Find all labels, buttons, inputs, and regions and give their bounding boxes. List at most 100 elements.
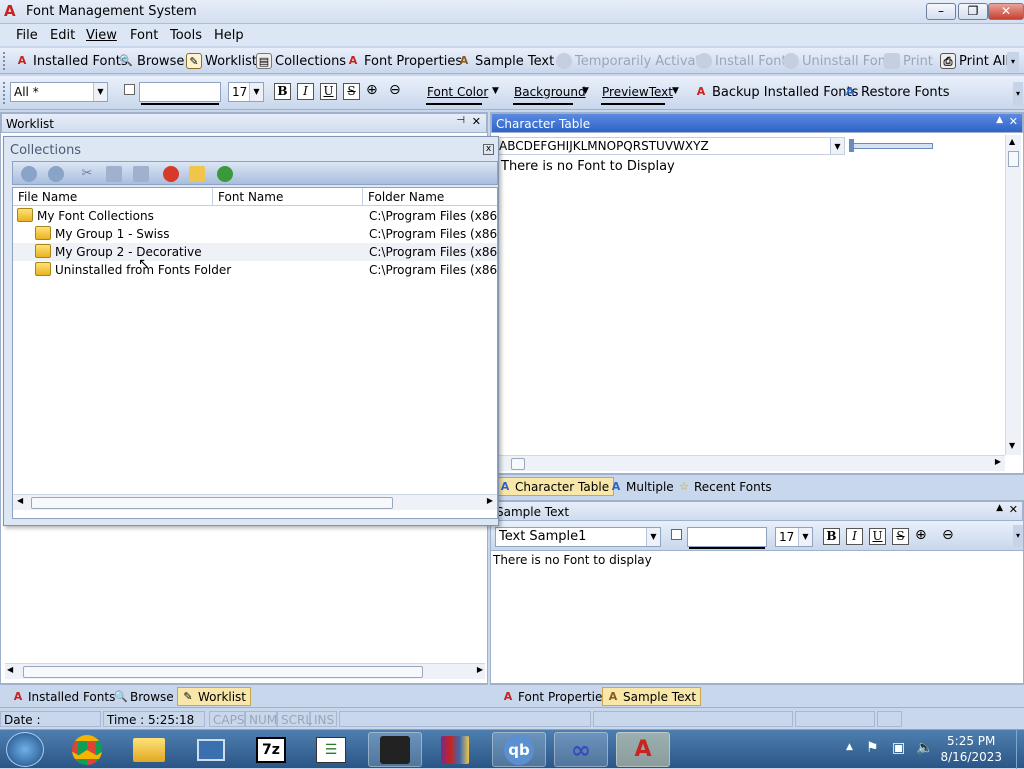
preview-text-button[interactable]: PreviewText xyxy=(602,85,673,99)
tab-multiple[interactable]: A Multiple xyxy=(606,477,678,496)
volume-muted-icon[interactable]: 🔈 xyxy=(916,740,933,756)
browse-button[interactable]: 🔍 Browse xyxy=(118,53,184,69)
back-icon[interactable] xyxy=(21,166,37,182)
tab-character-table[interactable]: A Character Table xyxy=(494,477,615,496)
restore-fonts-button[interactable]: A Restore Fonts xyxy=(842,84,950,100)
menu-view[interactable]: View xyxy=(86,28,117,43)
menu-tools[interactable]: Tools xyxy=(170,28,202,43)
cut-icon[interactable]: ✂ xyxy=(79,166,95,182)
background-button[interactable]: Background xyxy=(514,85,586,99)
pin-icon[interactable]: ⊣ xyxy=(456,115,465,126)
file-explorer-icon[interactable] xyxy=(122,732,176,767)
zoom-in-icon[interactable]: ⊕ xyxy=(366,82,378,98)
font-name-input[interactable] xyxy=(139,82,221,102)
column-header-folder-name[interactable]: Folder Name xyxy=(363,188,497,206)
toolbar-grip[interactable] xyxy=(3,82,6,104)
font-checkbox[interactable] xyxy=(124,84,135,95)
worklist-button[interactable]: ✎ Worklist xyxy=(186,53,257,69)
tab-browse[interactable]: 🔍 Browse xyxy=(110,687,178,706)
column-header-file-name[interactable]: File Name xyxy=(13,188,213,206)
font-manager-icon[interactable]: A xyxy=(616,732,670,767)
scrollbar-thumb[interactable] xyxy=(1008,151,1019,167)
character-table-horizontal-scrollbar[interactable]: ▶ xyxy=(495,455,1005,471)
qbittorrent-icon[interactable]: qb xyxy=(492,732,546,767)
character-set-select[interactable]: ABCDEFGHIJKLMNOPQRSTUVWXYZ ▼ xyxy=(495,137,845,155)
sample-size-select[interactable]: 17 ▼ xyxy=(775,527,813,547)
close-icon[interactable]: ✕ xyxy=(472,115,481,128)
tab-installed-fonts[interactable]: A Installed Fonts xyxy=(8,687,119,706)
tab-font-properties[interactable]: A Font Properties xyxy=(498,687,613,706)
bold-button[interactable]: B xyxy=(274,83,291,100)
italic-button[interactable]: I xyxy=(297,83,314,100)
show-desktop-button[interactable] xyxy=(1016,730,1024,769)
zoom-in-icon[interactable]: ⊕ xyxy=(915,527,927,543)
menu-help[interactable]: Help xyxy=(214,28,244,43)
strikethrough-button[interactable]: S xyxy=(892,528,909,545)
tree-row[interactable]: My Group 1 - Swiss C:\Program Files (x86… xyxy=(13,225,497,243)
scroll-right-icon[interactable]: ▶ xyxy=(477,665,483,674)
italic-button[interactable]: I xyxy=(846,528,863,545)
print-button[interactable]: Print xyxy=(884,53,933,69)
7zip-icon[interactable]: 7z xyxy=(244,732,298,767)
toolbar-overflow-button[interactable]: ▾ xyxy=(1007,52,1019,72)
scroll-left-icon[interactable]: ◀ xyxy=(17,496,23,505)
close-icon[interactable]: ✕ xyxy=(1009,503,1018,516)
scrollbar-thumb[interactable] xyxy=(23,666,423,678)
action-center-icon[interactable]: ⚑ xyxy=(866,740,879,756)
chevron-down-icon[interactable]: ▼ xyxy=(672,86,679,96)
sample-font-checkbox[interactable] xyxy=(671,529,682,540)
tree-row[interactable]: My Font Collections C:\Program Files (x8… xyxy=(13,207,497,225)
scroll-left-icon[interactable]: ◀ xyxy=(7,665,13,674)
list-app-icon[interactable]: ☰ xyxy=(304,732,358,767)
character-table-vertical-scrollbar[interactable]: ▲ ▼ xyxy=(1005,135,1021,455)
infinity-app-icon[interactable]: ∞ xyxy=(554,732,608,767)
remote-desktop-icon[interactable] xyxy=(184,732,238,767)
chevron-down-icon[interactable]: ▼ xyxy=(582,86,589,96)
refresh-icon[interactable] xyxy=(217,166,233,182)
installed-fonts-button[interactable]: A Installed Fonts xyxy=(14,53,128,69)
scrollbar-thumb[interactable] xyxy=(511,458,525,470)
sample-font-input[interactable] xyxy=(687,527,767,547)
tab-sample-text[interactable]: A Sample Text xyxy=(602,687,702,706)
zoom-out-icon[interactable]: ⊖ xyxy=(389,82,401,98)
temporarily-activate-button[interactable]: Temporarily Activate xyxy=(556,53,709,69)
chevron-down-icon[interactable]: ▼ xyxy=(492,86,499,96)
system-clock[interactable]: 5:25 PM 8/16/2023 xyxy=(940,733,1002,765)
scroll-right-icon[interactable]: ▶ xyxy=(995,457,1001,466)
scroll-right-icon[interactable]: ▶ xyxy=(487,496,493,505)
close-icon[interactable]: ✕ xyxy=(1009,115,1018,128)
menu-edit[interactable]: Edit xyxy=(50,28,75,43)
sample-text-button[interactable]: A Sample Text xyxy=(456,53,554,69)
strikethrough-button[interactable]: S xyxy=(343,83,360,100)
font-size-select[interactable]: 17 ▼ xyxy=(228,82,264,102)
new-folder-icon[interactable] xyxy=(189,166,205,182)
toolbar-grip[interactable] xyxy=(3,52,6,70)
menu-font[interactable]: Font xyxy=(130,28,158,43)
toolbar-overflow-button[interactable]: ▾ xyxy=(1013,525,1023,547)
tree-row[interactable]: Uninstalled from Fonts Folder C:\Program… xyxy=(13,261,497,279)
slider-handle[interactable] xyxy=(849,139,854,152)
uninstall-font-button[interactable]: Uninstall Font xyxy=(783,53,891,69)
scroll-down-icon[interactable]: ▼ xyxy=(1009,441,1015,450)
font-properties-button[interactable]: A Font Properties xyxy=(345,53,462,69)
minimize-button[interactable]: – xyxy=(926,3,956,20)
scrollbar-thumb[interactable] xyxy=(31,497,393,509)
delete-icon[interactable] xyxy=(163,166,179,182)
start-orb-icon[interactable] xyxy=(6,732,44,767)
scroll-up-icon[interactable]: ▲ xyxy=(1009,137,1015,146)
close-button[interactable]: ✕ xyxy=(988,3,1024,20)
tab-worklist[interactable]: ✎ Worklist xyxy=(177,687,252,706)
menu-file[interactable]: File xyxy=(16,28,38,43)
underline-button[interactable]: U xyxy=(869,528,886,545)
paste-icon[interactable] xyxy=(133,166,149,182)
collections-button[interactable]: ▤ Collections xyxy=(256,53,346,69)
worklist-horizontal-scrollbar[interactable]: ◀ ▶ xyxy=(5,663,485,679)
tree-row[interactable]: My Group 2 - Decorative C:\Program Files… xyxy=(13,243,497,261)
underline-button[interactable]: U xyxy=(320,83,337,100)
chevron-down-icon[interactable]: ▲ xyxy=(996,503,1003,513)
sample-text-select[interactable]: Text Sample1 ▼ xyxy=(495,527,661,547)
backup-installed-fonts-button[interactable]: A Backup Installed Fonts xyxy=(693,84,859,100)
winrar-icon[interactable] xyxy=(428,732,482,767)
collections-close-button[interactable]: x xyxy=(483,144,494,155)
zoom-out-icon[interactable]: ⊖ xyxy=(942,527,954,543)
